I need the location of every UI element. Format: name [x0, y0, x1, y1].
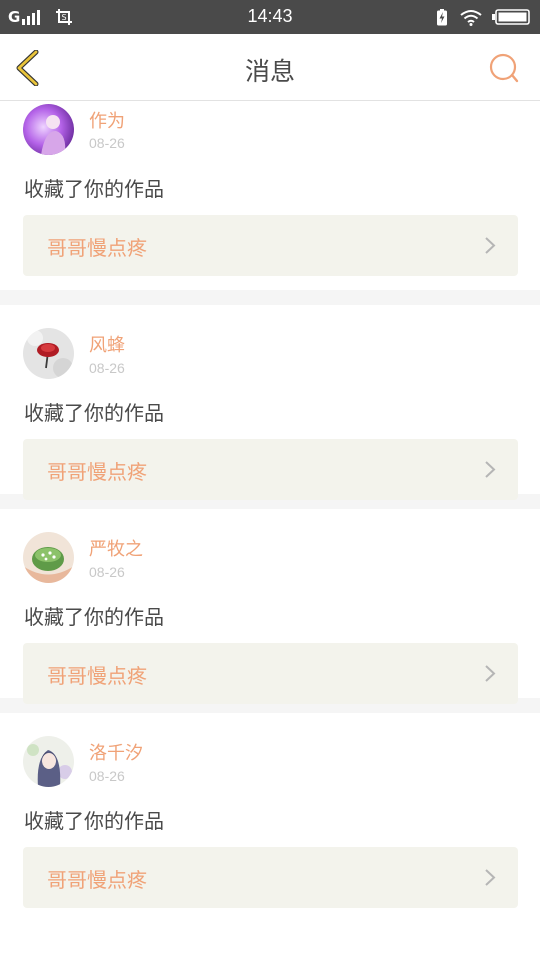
work-title: 哥哥慢点疼: [47, 460, 147, 484]
wifi-icon: [460, 9, 482, 26]
status-right: [436, 7, 530, 27]
message-date: 08-26: [89, 360, 125, 376]
message-date: 08-26: [89, 564, 125, 580]
work-link[interactable]: 哥哥慢点疼: [23, 643, 518, 704]
message-list[interactable]: 作为 08-26 收藏了你的作品 哥哥慢点疼 风蜂 08-26 收藏了你的作品 …: [0, 101, 540, 960]
avatar[interactable]: [23, 532, 74, 583]
avatar[interactable]: [23, 328, 74, 379]
message-date: 08-26: [89, 768, 125, 784]
message-item: 洛千汐 08-26 收藏了你的作品 哥哥慢点疼: [0, 713, 540, 908]
app-header: 消息: [0, 34, 540, 101]
work-title: 哥哥慢点疼: [47, 664, 147, 688]
user-name[interactable]: 严牧之: [89, 535, 143, 561]
page-title: 消息: [244, 57, 295, 86]
chevron-right-icon: [485, 237, 496, 254]
chevron-right-icon: [485, 869, 496, 886]
action-text: 收藏了你的作品: [24, 401, 164, 425]
action-text: 收藏了你的作品: [24, 605, 164, 629]
work-link[interactable]: 哥哥慢点疼: [23, 847, 518, 908]
status-bar: G S 14:43: [0, 0, 540, 34]
message-item: 严牧之 08-26 收藏了你的作品 哥哥慢点疼: [0, 509, 540, 704]
user-name[interactable]: 风蜂: [89, 331, 125, 357]
separator: [0, 290, 540, 305]
search-button[interactable]: [488, 52, 520, 84]
message-item: 作为 08-26 收藏了你的作品 哥哥慢点疼: [0, 101, 540, 290]
avatar[interactable]: [23, 736, 74, 787]
user-name[interactable]: 洛千汐: [89, 739, 143, 765]
action-text: 收藏了你的作品: [24, 809, 164, 833]
battery-icon: [492, 9, 530, 25]
chevron-right-icon: [485, 665, 496, 682]
search-icon: [489, 53, 519, 83]
chevron-right-icon: [485, 461, 496, 478]
work-title: 哥哥慢点疼: [47, 236, 147, 260]
work-link[interactable]: 哥哥慢点疼: [23, 439, 518, 500]
work-title: 哥哥慢点疼: [47, 868, 147, 892]
work-link[interactable]: 哥哥慢点疼: [23, 215, 518, 276]
charging-icon: [437, 8, 447, 25]
user-name[interactable]: 作为: [89, 107, 125, 133]
message-date: 08-26: [89, 135, 125, 151]
avatar[interactable]: [23, 104, 74, 155]
action-text: 收藏了你的作品: [24, 177, 164, 201]
message-item: 风蜂 08-26 收藏了你的作品 哥哥慢点疼: [0, 305, 540, 500]
